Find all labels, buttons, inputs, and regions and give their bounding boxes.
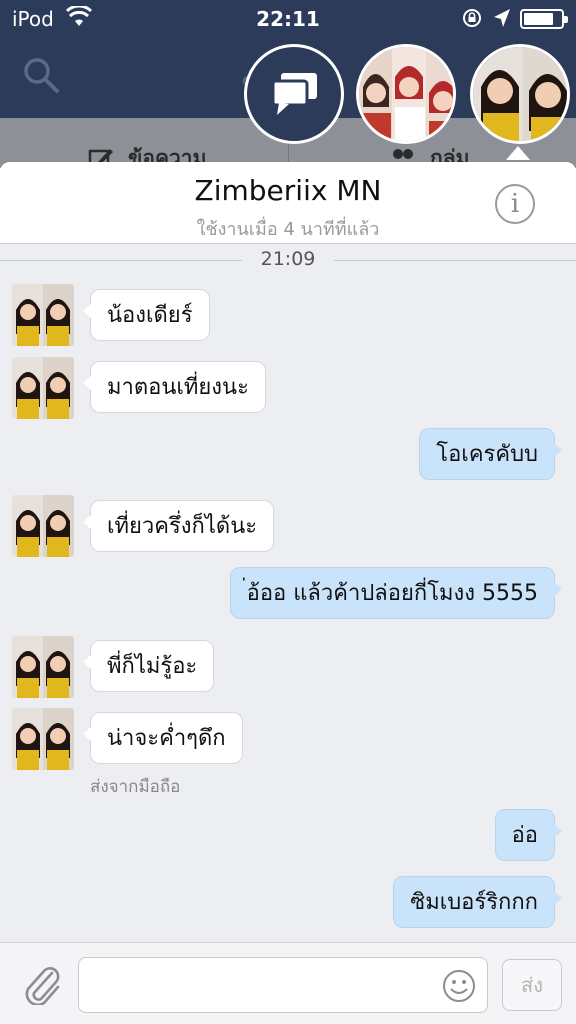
incoming-message: มาตอนเที่ยงนะ: [83, 361, 266, 413]
avatar-photo: [12, 708, 74, 770]
clock: 22:11: [256, 7, 320, 31]
message-input[interactable]: [78, 957, 488, 1013]
outgoing-message: ่อ้ออ แล้วค้าปล่อยกี่โมงง 5555: [229, 567, 563, 619]
avatar-photo: [12, 495, 74, 557]
info-icon[interactable]: i: [495, 184, 535, 224]
emoji-icon[interactable]: [442, 969, 476, 1003]
contact-name: Zimberiix MN: [194, 174, 382, 207]
status-bar: iPod 22:11: [0, 0, 576, 38]
incoming-message: น่าจะค่ำๆดึก: [83, 712, 243, 764]
search-icon[interactable]: [22, 56, 60, 94]
contact-header: Zimberiix MN ใช้งานเมื่อ 4 นาทีที่แล้ว i: [0, 162, 576, 244]
sender-avatar[interactable]: [12, 495, 74, 557]
incoming-message: เที่ยวครึ่งก็ได้นะ: [82, 500, 275, 552]
sender-avatar[interactable]: [12, 357, 74, 419]
outgoing-message: ซิมเบอร์ริกกก: [393, 876, 562, 928]
attachment-icon[interactable]: [22, 965, 60, 1005]
chat-bubbles-icon: [271, 73, 317, 115]
avatar-photo: [12, 357, 74, 419]
active-pointer: [506, 146, 530, 160]
outgoing-message: โอเครคับบ: [419, 428, 562, 480]
sender-avatar[interactable]: [12, 636, 74, 698]
sender-avatar[interactable]: [12, 708, 74, 770]
sent-from-label: ส่งจากมือถือ: [90, 777, 181, 797]
input-bar: ส่ง: [0, 942, 576, 1024]
outgoing-message: อ่อ: [494, 809, 563, 861]
chat-head-avatar[interactable]: [470, 44, 570, 144]
chat-heads-button[interactable]: [244, 44, 344, 144]
avatar-photo: [12, 636, 74, 698]
sender-avatar[interactable]: [12, 284, 74, 346]
incoming-message: น้องเดียร์: [83, 289, 210, 341]
location-icon: [494, 9, 510, 27]
avatar-photo: [12, 284, 74, 346]
contact-last-seen: ใช้งานเมื่อ 4 นาทีที่แล้ว: [196, 219, 380, 240]
timestamp: 21:09: [260, 248, 316, 270]
timestamp-divider: 21:09: [0, 248, 576, 274]
rotation-lock-icon: [463, 9, 481, 27]
chat-panel: Zimberiix MN ใช้งานเมื่อ 4 นาทีที่แล้ว i…: [0, 162, 576, 1024]
chat-head-avatar[interactable]: [356, 44, 456, 144]
incoming-message: พี่ก็ไม่รู้อะ: [82, 640, 215, 692]
send-button[interactable]: ส่ง: [502, 959, 562, 1011]
battery-icon: [520, 9, 568, 29]
